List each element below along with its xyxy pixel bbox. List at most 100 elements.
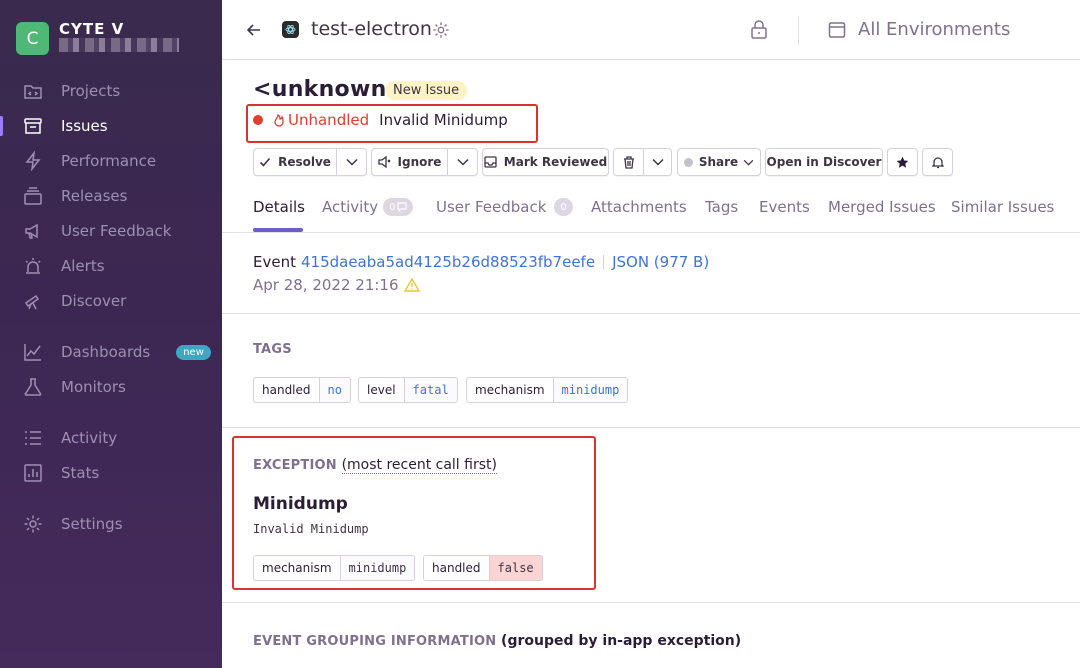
- share-status-dot-icon: [683, 157, 693, 167]
- sidebar-item-alerts[interactable]: Alerts: [0, 249, 222, 283]
- sidebar-item-dashboards[interactable]: Dashboards new: [0, 335, 222, 369]
- handled-value: false: [489, 556, 542, 580]
- sidebar-item-user-feedback[interactable]: User Feedback: [0, 214, 222, 248]
- sidebar-item-monitors[interactable]: Monitors: [0, 370, 222, 404]
- unhandled-text: Unhandled: [288, 111, 370, 129]
- tab-merged-issues[interactable]: Merged Issues: [828, 196, 936, 218]
- event-date-row: Apr 28, 2022 21:16: [253, 276, 420, 294]
- redacted-org-text: [59, 38, 179, 52]
- tag-pill[interactable]: handled no: [253, 377, 351, 403]
- sidebar-item-label: Performance: [61, 152, 157, 170]
- sidebar-item-activity[interactable]: Activity: [0, 421, 222, 455]
- resolve-label: Resolve: [278, 155, 331, 169]
- megaphone-icon: [22, 220, 44, 242]
- resolve-dropdown-button[interactable]: [336, 148, 367, 176]
- comment-icon: [397, 202, 408, 212]
- mechanism-value: minidump: [340, 556, 415, 580]
- project-header: test-electron All Environments: [222, 0, 1080, 60]
- tab-similar-issues[interactable]: Similar Issues: [951, 196, 1054, 218]
- sidebar-item-label: Issues: [61, 117, 108, 135]
- tab-details[interactable]: Details: [253, 196, 305, 218]
- tab-activity[interactable]: Activity 0: [322, 196, 414, 218]
- user-feedback-count-badge: 0: [554, 198, 573, 216]
- sidebar-item-label: Alerts: [61, 257, 105, 275]
- tag-key: mechanism: [467, 378, 554, 402]
- mark-reviewed-button[interactable]: Mark Reviewed: [482, 148, 609, 176]
- tag-value: fatal: [404, 378, 457, 402]
- header-divider: [798, 16, 799, 44]
- event-label: Event: [253, 253, 296, 271]
- sidebar-item-releases[interactable]: Releases: [0, 179, 222, 213]
- event-json-link[interactable]: JSON (977 B): [612, 253, 709, 271]
- fire-icon: [274, 113, 284, 127]
- environment-icon: [828, 21, 846, 43]
- bookmark-button[interactable]: [887, 148, 918, 176]
- lock-icon[interactable]: [750, 20, 768, 44]
- sidebar-item-label: User Feedback: [61, 222, 172, 240]
- sidebar-item-settings[interactable]: Settings: [0, 507, 222, 541]
- ignore-button[interactable]: Ignore: [371, 148, 448, 176]
- grouping-sub: (grouped by in-app exception): [501, 633, 742, 649]
- project-name[interactable]: test-electron: [311, 18, 432, 40]
- share-label: Share: [698, 155, 739, 169]
- stats-icon: [22, 462, 44, 484]
- delete-button[interactable]: [613, 148, 644, 176]
- mechanism-pill[interactable]: mechanism minidump: [253, 555, 416, 581]
- org-switcher[interactable]: C CYTE V: [16, 20, 179, 55]
- tab-events[interactable]: Events: [759, 196, 810, 218]
- back-arrow-icon[interactable]: [242, 18, 266, 42]
- list-icon: [22, 427, 44, 449]
- environment-selector[interactable]: All Environments: [858, 19, 1010, 40]
- ignore-dropdown-button[interactable]: [447, 148, 478, 176]
- issue-tabs: Details Activity 0 User Feedback 0 Attac…: [253, 196, 1080, 232]
- tab-label: Activity: [322, 198, 379, 216]
- sidebar-item-label: Projects: [61, 82, 121, 100]
- issues-icon: [22, 115, 44, 137]
- chevron-down-icon: [345, 158, 358, 166]
- open-in-discover-label: Open in Discover: [766, 155, 882, 169]
- sidebar-item-performance[interactable]: Performance: [0, 144, 222, 178]
- share-button[interactable]: Share: [677, 148, 761, 176]
- sidebar-item-stats[interactable]: Stats: [0, 456, 222, 490]
- event-id-link[interactable]: 415daeaba5ad4125b26d88523fb7eefe: [301, 253, 595, 271]
- fatal-level-dot: [253, 115, 263, 125]
- sidebar-item-label: Activity: [61, 429, 118, 447]
- tag-pill[interactable]: level fatal: [358, 377, 458, 403]
- tab-attachments[interactable]: Attachments: [591, 196, 687, 218]
- project-settings-gear-icon[interactable]: [432, 21, 450, 43]
- main-content: test-electron All Environments <unknown>…: [222, 0, 1080, 668]
- new-issue-badge: New Issue: [385, 81, 468, 100]
- sidebar-item-projects[interactable]: Projects: [0, 74, 222, 108]
- subscribe-button[interactable]: [922, 148, 953, 176]
- issue-title: <unknown>: [253, 77, 406, 102]
- tab-label: Attachments: [591, 198, 687, 216]
- ignore-label: Ignore: [397, 155, 442, 169]
- tab-tags[interactable]: Tags: [705, 196, 738, 218]
- sidebar-item-discover[interactable]: Discover: [0, 284, 222, 318]
- exception-heading: EXCEPTION (most recent call first): [253, 457, 497, 474]
- unhandled-label: Unhandled: [273, 111, 369, 129]
- lightning-icon: [22, 150, 44, 172]
- resolve-button[interactable]: Resolve: [253, 148, 337, 176]
- sidebar-item-label: Stats: [61, 464, 100, 482]
- activity-count-badge: 0: [383, 198, 414, 216]
- sidebar-item-issues[interactable]: Issues: [0, 109, 222, 143]
- open-in-discover-button[interactable]: Open in Discover: [765, 148, 883, 176]
- activity-count: 0: [389, 201, 396, 213]
- sidebar-item-label: Settings: [61, 515, 123, 533]
- section-divider: [222, 427, 1080, 428]
- exception-order-toggle[interactable]: (most recent call first): [341, 457, 497, 474]
- tab-user-feedback[interactable]: User Feedback 0: [436, 196, 573, 218]
- handled-pill[interactable]: handled false: [423, 555, 543, 581]
- tag-pill[interactable]: mechanism minidump: [466, 377, 629, 403]
- mechanism-key: mechanism: [254, 556, 341, 580]
- chevron-down-icon: [651, 158, 664, 166]
- issue-message: Invalid Minidump: [379, 111, 508, 129]
- tab-label: Merged Issues: [828, 198, 936, 216]
- event-header: Event 415daeaba5ad4125b26d88523fb7eefe J…: [253, 253, 709, 271]
- section-divider: [222, 602, 1080, 603]
- tag-key: level: [359, 378, 405, 402]
- tab-label: Details: [253, 198, 306, 216]
- sidebar-item-label: Releases: [61, 187, 128, 205]
- delete-dropdown-button[interactable]: [643, 148, 672, 176]
